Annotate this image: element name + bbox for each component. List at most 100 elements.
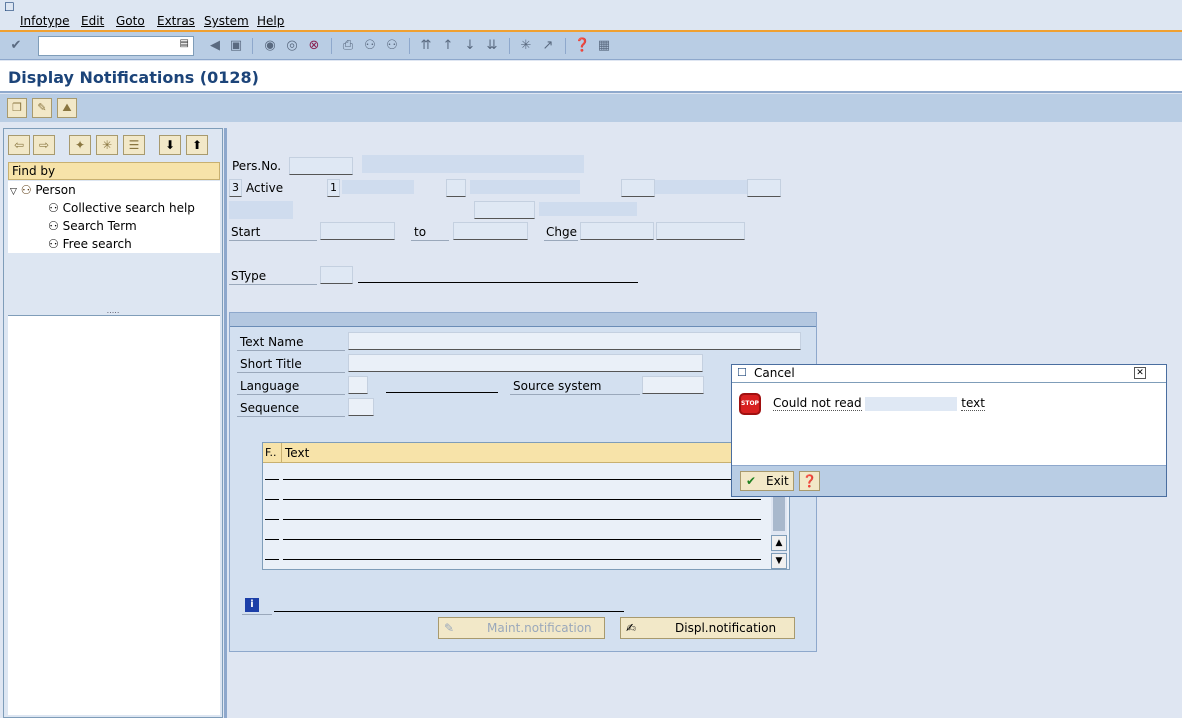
cancel-icon[interactable]: ⊗ [306, 38, 322, 54]
expand-all-button[interactable]: ⬇ [159, 135, 181, 155]
org-field-1 [621, 179, 655, 197]
menu-infotype[interactable]: Infotype [20, 14, 70, 28]
collapse-triangle-icon[interactable]: ▽ [10, 187, 17, 197]
title-bar: Display Notifications (0128) [0, 61, 1182, 93]
org-field-2 [747, 179, 781, 197]
exit-button[interactable]: ✔ Exit [740, 471, 794, 491]
tree-item-free-search[interactable]: ⚇ Free search [48, 235, 132, 253]
layout-menu-icon[interactable]: ▦ [596, 38, 612, 54]
personnel-area-field: 1 [327, 179, 340, 197]
changed-by-input[interactable] [656, 222, 745, 240]
employee-name-field [362, 155, 584, 173]
dialog-help-button[interactable]: ❓ [799, 471, 820, 491]
pers-no-label: Pers.No. [232, 159, 282, 173]
tree-item-collective-search[interactable]: ⚇ Collective search help [48, 199, 195, 217]
cancel-dialog: ☐ Cancel ✕ STOP Could not read text ✔ Ex… [731, 364, 1167, 497]
message-suffix: text [961, 396, 985, 411]
nav-action-button-2[interactable]: ✳ [96, 135, 118, 155]
subtype-input[interactable] [320, 266, 353, 284]
collapse-left-icon[interactable]: ◀ [207, 38, 223, 54]
exit-icon[interactable]: ◎ [284, 38, 300, 54]
pane-splitter[interactable] [224, 128, 227, 718]
scroll-thumb[interactable] [773, 497, 785, 531]
last-page-icon[interactable]: ⇊ [484, 38, 500, 54]
check-icon: ✔ [746, 474, 757, 488]
scroll-up-icon[interactable]: ▲ [771, 535, 787, 551]
position-field [474, 201, 535, 219]
status-label: Active [246, 181, 284, 195]
language-input[interactable] [348, 376, 368, 394]
menu-goto[interactable]: Goto [116, 14, 145, 28]
back-arrow-button[interactable]: ⇦ [8, 135, 30, 155]
end-date-input[interactable] [453, 222, 528, 240]
nav-action-button-3[interactable]: ☰ [123, 135, 145, 155]
enter-check-icon[interactable]: ✔ [8, 38, 24, 54]
people-icon: ⚇ [20, 183, 32, 197]
window-icon[interactable]: ☐ [4, 0, 15, 14]
menu-help[interactable]: Help [257, 14, 284, 28]
shortcut-icon[interactable]: ↗ [540, 38, 556, 54]
dialog-footer: ✔ Exit ❓ [732, 465, 1166, 496]
overview-button[interactable]: ⛰ [57, 98, 77, 118]
change-button[interactable]: ✎ [32, 98, 52, 118]
help-icon[interactable]: ❓ [574, 38, 590, 54]
sequence-input[interactable] [348, 398, 374, 416]
command-history-icon[interactable]: ▤ [180, 38, 189, 49]
dialog-title: Cancel [754, 366, 795, 380]
scroll-down-icon[interactable]: ▼ [771, 553, 787, 569]
pers-no-field [289, 157, 353, 175]
status-code-field: 3 [229, 179, 242, 197]
next-page-icon[interactable]: ↓ [462, 38, 478, 54]
create-button[interactable]: ❐ [7, 98, 27, 118]
source-system-input[interactable] [642, 376, 704, 394]
find-next-icon[interactable]: ⚇ [384, 38, 400, 54]
back-icon[interactable]: ◉ [262, 38, 278, 54]
tree-item-label: Collective search help [62, 201, 195, 215]
maint-notification-button[interactable]: ✎ Maint.notification [438, 617, 605, 639]
table-row[interactable] [263, 543, 771, 563]
displ-notification-button[interactable]: ✍ Displ.notification [620, 617, 795, 639]
start-date-input[interactable] [320, 222, 395, 240]
menu-edit[interactable]: Edit [81, 14, 104, 28]
save-icon[interactable]: ▣ [228, 38, 244, 54]
forward-arrow-button[interactable]: ⇨ [33, 135, 55, 155]
tree-node-person[interactable]: ▽ ⚇ Person [10, 181, 76, 199]
table-row[interactable] [263, 463, 771, 483]
table-row[interactable] [263, 503, 771, 523]
close-icon[interactable]: ✕ [1134, 367, 1146, 379]
group-header [230, 313, 816, 327]
sequence-label: Sequence [237, 399, 345, 417]
print-icon[interactable]: ⎙ [340, 38, 356, 54]
menu-system[interactable]: System [204, 14, 249, 28]
toolbar-separator [565, 38, 566, 54]
column-header-text[interactable]: Text [285, 446, 309, 460]
nav-toolbar: ⇦ ⇨ ✦ ✳ ☰ ⬇ ⬆ [4, 129, 222, 159]
previous-page-icon[interactable]: ↑ [440, 38, 456, 54]
column-divider [281, 443, 282, 463]
table-row[interactable] [263, 483, 771, 503]
tree-node-label: Person [35, 183, 76, 197]
tree-item-search-term[interactable]: ⚇ Search Term [48, 217, 137, 235]
binoculars-icon: ⚇ [48, 201, 59, 215]
short-title-input[interactable] [348, 354, 703, 372]
command-field[interactable]: ▤ [38, 36, 194, 56]
exit-label: Exit [766, 474, 789, 488]
column-header-f[interactable]: F.. [265, 446, 277, 459]
source-system-label: Source system [510, 377, 640, 395]
message-redacted [865, 396, 958, 411]
tree-item-label: Free search [62, 237, 132, 251]
toolbar-separator [252, 38, 253, 54]
first-page-icon[interactable]: ⇈ [418, 38, 434, 54]
new-session-icon[interactable]: ✳ [518, 38, 534, 54]
text-name-input[interactable] [348, 332, 801, 350]
find-icon[interactable]: ⚇ [362, 38, 378, 54]
display-doc-icon: ✍ [626, 621, 637, 635]
info-text [274, 611, 624, 612]
object-manager-pane: ⇦ ⇨ ✦ ✳ ☰ ⬇ ⬆ Find by ▽ ⚇ Person ⚇ Colle… [3, 128, 223, 718]
menu-extras[interactable]: Extras [157, 14, 195, 28]
table-row[interactable] [263, 523, 771, 543]
nav-action-button-1[interactable]: ✦ [69, 135, 91, 155]
changed-on-input[interactable] [580, 222, 654, 240]
standard-toolbar: ✔ ▤ ◀ ▣ ◉ ◎ ⊗ ⎙ ⚇ ⚇ ⇈ ↑ ↓ ⇊ ✳ ↗ ❓ ▦ [0, 32, 1182, 60]
collapse-all-button[interactable]: ⬆ [186, 135, 208, 155]
